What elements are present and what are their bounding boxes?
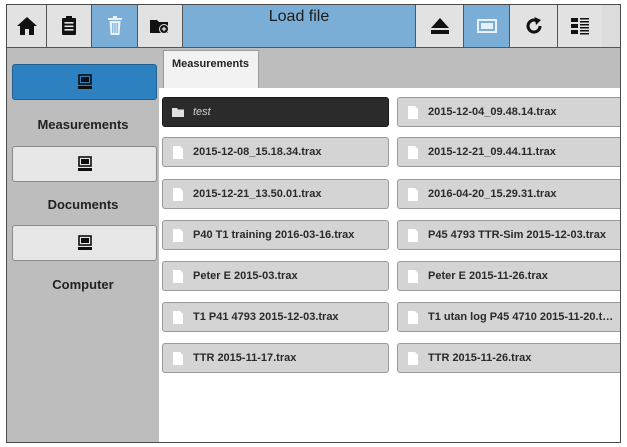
layout-button[interactable] (558, 5, 602, 47)
file-name: Peter E 2015-03.trax (193, 270, 298, 282)
trash-icon (107, 16, 122, 35)
layout-icon (571, 18, 589, 35)
home-icon (16, 17, 37, 35)
file-item[interactable]: 2015-12-21_13.50.01.trax (162, 179, 389, 209)
refresh-icon (526, 17, 542, 34)
folder-icon (163, 107, 193, 118)
file-name: P45 4793 TTR-Sim 2015-12-03.trax (428, 229, 606, 241)
sidebar-item-computer[interactable] (12, 225, 157, 261)
home-button[interactable] (7, 5, 47, 47)
file-icon (398, 228, 428, 242)
clipboard-icon (62, 16, 76, 35)
file-item[interactable]: 2015-12-21_09.44.11.trax (397, 137, 620, 167)
clipboard-button[interactable] (47, 5, 92, 47)
file-browser: Measurements test 2015-12-04_09.48.14.tr… (159, 48, 620, 442)
sidebar-item-documents[interactable] (12, 146, 157, 182)
file-item[interactable]: TTR 2015-11-17.trax (162, 343, 389, 373)
file-item[interactable]: T1 utan log P45 4710 2015-11-20.t… (397, 302, 620, 332)
file-icon (398, 351, 428, 365)
file-name: P40 T1 training 2016-03-16.trax (193, 229, 355, 241)
file-icon (398, 187, 428, 201)
file-item[interactable]: 2015-12-04_09.48.14.trax (397, 97, 620, 127)
delete-button[interactable] (92, 5, 138, 47)
file-item[interactable]: P45 4793 TTR-Sim 2015-12-03.trax (397, 220, 620, 250)
file-name: 2015-12-04_09.48.14.trax (428, 106, 557, 118)
sidebar-item-label: Measurements (7, 117, 159, 132)
file-name: Peter E 2015-11-26.trax (428, 270, 548, 282)
file-item[interactable]: Peter E 2015-11-26.trax (397, 261, 620, 291)
folder-item[interactable]: test (162, 97, 389, 127)
tab-measurements[interactable]: Measurements (163, 50, 259, 88)
refresh-button[interactable] (510, 5, 558, 47)
file-name: 2015-12-08_15.18.34.trax (193, 146, 322, 158)
file-icon (163, 310, 193, 324)
file-name: TTR 2015-11-26.trax (428, 352, 532, 364)
load-file-window: Load file Measurements Documents Compute… (6, 4, 621, 443)
file-icon (398, 145, 428, 159)
new-folder-icon (150, 20, 169, 34)
file-item[interactable]: Peter E 2015-03.trax (162, 261, 389, 291)
sidebar: Measurements Documents Computer (7, 48, 159, 442)
sidebar-item-label: Computer (52, 277, 114, 292)
file-icon (163, 269, 193, 283)
file-icon (163, 351, 193, 365)
file-name: test (193, 106, 211, 118)
file-name: 2015-12-21_09.44.11.trax (428, 146, 556, 158)
file-name: 2016-04-20_15.29.31.trax (428, 188, 557, 200)
file-icon (398, 269, 428, 283)
file-icon (398, 105, 428, 119)
file-name: T1 utan log P45 4710 2015-11-20.t… (428, 311, 614, 323)
window-icon (476, 19, 497, 33)
file-item[interactable]: 2016-04-20_15.29.31.trax (397, 179, 620, 209)
eject-icon (430, 18, 449, 34)
file-item[interactable]: 2015-12-08_15.18.34.trax (162, 137, 389, 167)
file-item[interactable]: T1 P41 4793 2015-12-03.trax (162, 302, 389, 332)
file-item[interactable]: P40 T1 training 2016-03-16.trax (162, 220, 389, 250)
file-name: 2015-12-21_13.50.01.trax (193, 188, 322, 200)
computer-icon (77, 74, 92, 89)
computer-icon (77, 235, 92, 250)
tab-bar: Measurements (159, 48, 620, 88)
window-button[interactable] (464, 5, 510, 47)
new-folder-button[interactable] (138, 5, 183, 47)
file-item[interactable]: TTR 2015-11-26.trax (397, 343, 620, 373)
sidebar-item-measurements[interactable] (12, 64, 157, 100)
computer-icon (77, 156, 92, 171)
file-icon (163, 187, 193, 201)
file-name: T1 P41 4793 2015-12-03.trax (193, 311, 339, 323)
file-icon (163, 228, 193, 242)
window-title: Load file (183, 5, 416, 47)
toolbar: Load file (7, 5, 620, 48)
sidebar-item-label: Documents (47, 197, 119, 212)
file-name: TTR 2015-11-17.trax (193, 352, 297, 364)
file-icon (163, 145, 193, 159)
eject-button[interactable] (416, 5, 464, 47)
file-icon (398, 310, 428, 324)
